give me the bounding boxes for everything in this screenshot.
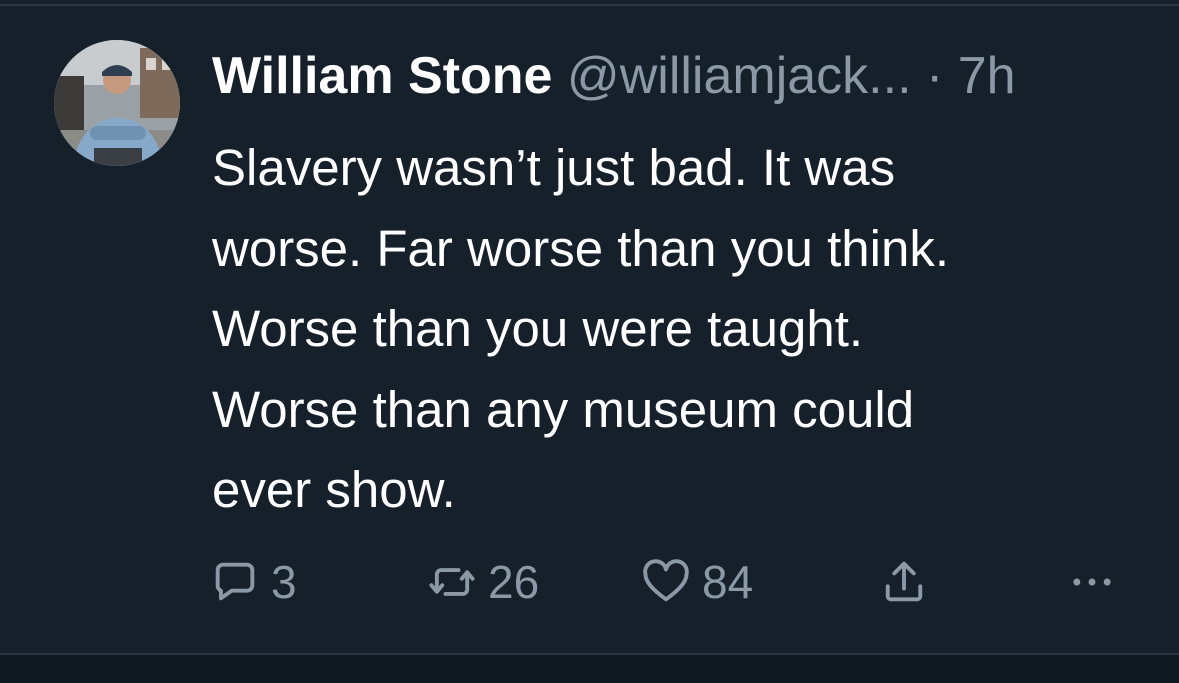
- top-divider: [0, 4, 1179, 6]
- tweet-text-line: Slavery wasn’t just bad. It was: [212, 139, 896, 196]
- share-icon: [885, 561, 923, 602]
- reply-count: 3: [271, 556, 297, 608]
- heart-icon: [643, 559, 689, 602]
- retweet-icon: [429, 568, 475, 596]
- tweet-text: Slavery wasn’t just bad. It was worse. F…: [212, 128, 1152, 531]
- tweet-actions: 3 26 84: [0, 550, 1179, 614]
- reply-button[interactable]: 3: [209, 550, 297, 614]
- retweet-button[interactable]: 26: [426, 550, 539, 614]
- more-icon: [1073, 578, 1111, 586]
- header-separator: ·: [925, 47, 944, 105]
- tweet-text-line: Worse than any museum could: [212, 380, 915, 438]
- avatar-photo: [54, 40, 180, 166]
- reply-icon: [215, 562, 255, 601]
- tweet-text-line: ever show.: [212, 461, 456, 518]
- like-count: 84: [702, 556, 754, 608]
- bottom-strip: [0, 655, 1179, 683]
- like-button[interactable]: 84: [640, 550, 753, 614]
- more-button[interactable]: [1066, 550, 1118, 614]
- avatar[interactable]: [54, 40, 180, 166]
- tweet-header: William Stone @williamjack... · 7h: [212, 44, 1016, 108]
- user-handle[interactable]: @williamjack...: [567, 47, 912, 105]
- display-name[interactable]: William Stone: [212, 47, 552, 105]
- tweet-text-line: Worse than you were taught.: [212, 300, 864, 357]
- tweet-text-line: worse. Far worse than you think.: [212, 219, 949, 277]
- share-button[interactable]: [878, 550, 930, 614]
- retweet-count: 26: [488, 556, 540, 608]
- tweet-view: William Stone @williamjack... · 7h Slave…: [0, 0, 1179, 683]
- tweet-timestamp[interactable]: 7h: [958, 47, 1016, 105]
